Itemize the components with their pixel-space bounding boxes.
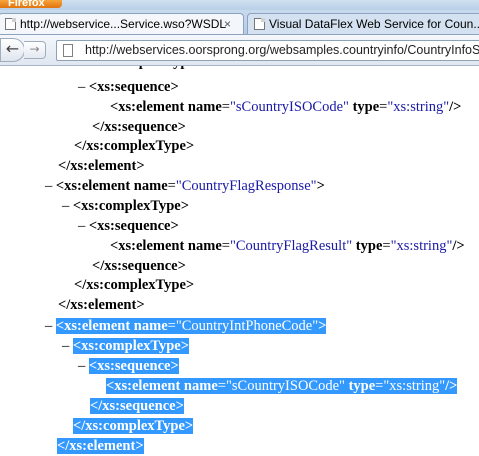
xml-attr: type <box>348 378 376 394</box>
firefox-menu-button[interactable]: Firefox <box>0 0 62 8</box>
xml-value: xs:string <box>396 238 447 254</box>
tab-wsdl[interactable]: http://webservice...Service.wso?WSDL × <box>0 13 244 34</box>
xml-tag: </xs:element> <box>58 297 145 313</box>
xml-line: </xs:complexType> <box>74 275 194 295</box>
xml-tag: <xs:element <box>110 99 185 115</box>
navigation-bar: ← → http://webservices.oorsprong.org/web… <box>0 35 479 66</box>
xml-tag: </xs:complexType> <box>74 277 195 293</box>
collapse-toggle[interactable]: – <box>45 178 52 194</box>
xml-tag: <xs:complexType> <box>87 66 203 70</box>
url-text: http://webservices.oorsprong.org/websamp… <box>85 43 479 57</box>
xml-line-selected: </xs:sequence> <box>90 396 184 416</box>
xml-value: CountryFlagResponse <box>181 178 311 194</box>
xml-line: </xs:complexType> <box>74 136 194 156</box>
xml-line: <xs:complexType> <box>87 66 203 72</box>
xml-line: – <xs:complexType> <box>62 196 189 216</box>
xml-value: CountryFlagResult <box>235 238 347 254</box>
xml-tag: <xs:element <box>106 378 181 394</box>
tab-strip: http://webservice...Service.wso?WSDL × V… <box>0 10 479 35</box>
xml-attr: name <box>187 99 222 115</box>
xml-attr: name <box>183 378 218 394</box>
forward-button[interactable]: → <box>24 41 46 59</box>
xml-line: – <xs:sequence> <box>78 216 179 236</box>
xml-value: sCountryISOCode <box>235 99 344 115</box>
xml-line-selected: – <xs:complexType> <box>62 336 190 356</box>
xml-tag: </xs:element> <box>58 158 145 174</box>
close-tab-icon[interactable]: × <box>224 14 231 34</box>
xml-tag: </xs:complexType> <box>73 418 194 434</box>
collapse-toggle[interactable]: – <box>78 79 85 95</box>
collapse-toggle[interactable]: – <box>45 318 52 334</box>
xml-value: sCountryISOCode <box>231 378 340 394</box>
xml-document: <xs:complexType> – <xs:sequence> <xs:ele… <box>0 66 479 456</box>
xml-value: CountryIntPhoneCode <box>181 318 313 334</box>
xml-attr: name <box>187 238 222 254</box>
collapse-toggle[interactable]: – <box>62 198 69 214</box>
selection: </xs:sequence> <box>90 398 184 414</box>
xml-tag: <xs:sequence> <box>88 79 179 95</box>
xml-attr: name <box>133 178 168 194</box>
xml-tag: </xs:element> <box>57 438 144 454</box>
xml-tag: <xs:complexType> <box>72 338 190 354</box>
xml-line: <xs:element name="sCountryISOCode" type=… <box>110 99 462 115</box>
xml-line-selected: – <xs:element name="CountryIntPhoneCode"… <box>45 316 327 336</box>
xml-tag: </xs:sequence> <box>92 258 186 274</box>
xml-tag: <xs:element <box>110 238 185 254</box>
page-icon <box>254 18 265 30</box>
xml-line: <xs:element name="CountryFlagResult" typ… <box>110 238 465 254</box>
collapse-toggle[interactable]: – <box>78 358 85 374</box>
address-bar[interactable]: http://webservices.oorsprong.org/websamp… <box>56 40 479 61</box>
tab-title: http://webservice...Service.wso?WSDL <box>20 17 227 31</box>
xml-line: – <xs:sequence> <box>78 77 179 97</box>
xml-line-selected: </xs:complexType> <box>73 416 194 436</box>
xml-attr: type <box>355 238 383 254</box>
selection: <xs:sequence> <box>88 358 179 374</box>
tab-title: Visual DataFlex Web Service for Coun... <box>269 17 479 31</box>
tab-visual-dataflex[interactable]: Visual DataFlex Web Service for Coun... <box>247 13 479 34</box>
xml-line: </xs:sequence> <box>92 117 186 137</box>
xml-line: – <xs:element name="CountryFlagResponse"… <box>45 178 325 194</box>
collapse-toggle[interactable]: – <box>62 338 69 354</box>
xml-value: xs:string <box>393 99 444 115</box>
forward-arrow-icon: → <box>29 42 40 56</box>
back-button[interactable]: ← <box>0 38 25 62</box>
xml-tag: <xs:sequence> <box>88 358 179 374</box>
selection: <xs:complexType> <box>72 338 190 354</box>
xml-line-selected: </xs:element> <box>57 436 144 456</box>
collapse-toggle[interactable]: – <box>78 218 85 234</box>
xml-line: </xs:element> <box>58 295 145 315</box>
xml-tag: <xs:element <box>55 318 131 334</box>
xml-attr: name <box>133 318 168 334</box>
title-bar: Firefox <box>0 0 479 10</box>
xml-value: xs:string <box>389 378 440 394</box>
xml-line-selected: – <xs:sequence> <box>78 356 179 376</box>
selection: <xs:element name="sCountryISOCode" type=… <box>106 378 458 394</box>
page-icon <box>63 44 73 57</box>
xml-attr: type <box>352 99 380 115</box>
xml-tag: <xs:element <box>55 178 131 194</box>
selection: <xs:element name="CountryIntPhoneCode"> <box>55 318 327 334</box>
xml-line: </xs:element> <box>58 156 145 176</box>
xml-tag: <xs:sequence> <box>88 218 179 234</box>
xml-tag: </xs:sequence> <box>90 398 184 414</box>
page-icon <box>5 18 16 30</box>
xml-line: </xs:sequence> <box>92 256 186 276</box>
xml-tag: <xs:complexType> <box>72 198 190 214</box>
selection: </xs:complexType> <box>73 418 194 434</box>
back-arrow-icon: ← <box>5 39 20 58</box>
xml-line-selected: <xs:element name="sCountryISOCode" type=… <box>106 376 458 396</box>
xml-tag: </xs:sequence> <box>92 119 186 135</box>
xml-tag: </xs:complexType> <box>74 138 195 154</box>
selection: </xs:element> <box>57 438 144 454</box>
